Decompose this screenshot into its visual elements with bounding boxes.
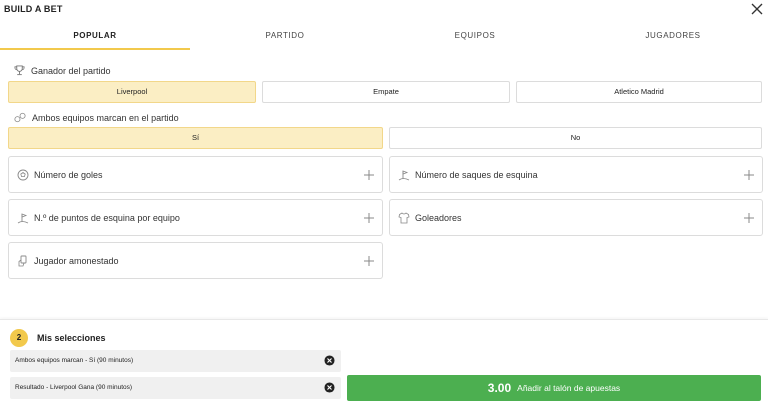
both-score-text: Ambos equipos marcan en el partido: [32, 112, 179, 123]
market-puntos-de-esquina-por-equipo[interactable]: N.º de puntos de esquina por equipo: [8, 199, 383, 236]
plus-icon[interactable]: [363, 169, 375, 181]
tab-popular[interactable]: POPULAR: [0, 26, 190, 50]
both-score-label: Ambos equipos marcan en el partido: [14, 112, 179, 123]
add-to-betslip-button[interactable]: 3.00 Añadir al talón de apuestas: [347, 375, 761, 401]
tab-jugadores[interactable]: JUGADORES: [578, 26, 768, 50]
selection-label: Resultado - Liverpool Gana (90 minutos): [15, 384, 133, 391]
corner-flag-icon: [398, 170, 410, 181]
trophy-icon: [14, 65, 25, 76]
balls-icon: [14, 112, 26, 123]
option-no[interactable]: No: [389, 127, 762, 149]
remove-selection-icon[interactable]: [324, 355, 335, 366]
tab-equipos[interactable]: EQUIPOS: [380, 26, 570, 50]
header: BUILD A BET: [0, 0, 768, 20]
option-empate[interactable]: Empate: [262, 81, 510, 103]
shirt-icon: [398, 212, 410, 224]
option-atletico-madrid[interactable]: Atletico Madrid: [516, 81, 762, 103]
corner-flag-icon: [17, 213, 29, 224]
market-label: Número de goles: [34, 170, 103, 180]
selections-title: Mis selecciones: [37, 333, 106, 343]
page-title: BUILD A BET: [4, 4, 63, 14]
plus-icon[interactable]: [743, 169, 755, 181]
card-icon: [18, 255, 27, 267]
selection-label: Ambos equipos marcan - Sí (90 minutos): [15, 357, 134, 364]
market-numero-de-goles[interactable]: Número de goles: [8, 156, 383, 193]
market-label: Jugador amonestado: [34, 256, 119, 266]
tab-partido[interactable]: PARTIDO: [190, 26, 380, 50]
plus-icon[interactable]: [363, 212, 375, 224]
tab-bar: POPULAR PARTIDO EQUIPOS JUGADORES: [0, 26, 768, 50]
selection-count-badge: 2: [10, 329, 28, 347]
combined-odds: 3.00: [487, 381, 512, 395]
plus-icon[interactable]: [363, 255, 375, 267]
plus-icon[interactable]: [743, 212, 755, 224]
match-winner-label: Ganador del partido: [14, 65, 111, 76]
remove-selection-icon[interactable]: [324, 382, 335, 393]
option-si[interactable]: Sí: [8, 127, 383, 149]
market-label: N.º de puntos de esquina por equipo: [34, 213, 180, 223]
selection-item: Resultado - Liverpool Gana (90 minutos): [10, 377, 341, 399]
market-numero-de-saques-de-esquina[interactable]: Número de saques de esquina: [389, 156, 763, 193]
market-label: Goleadores: [415, 213, 462, 223]
option-liverpool[interactable]: Liverpool: [8, 81, 256, 103]
selection-item: Ambos equipos marcan - Sí (90 minutos): [10, 350, 341, 372]
add-to-betslip-label: Añadir al talón de apuestas: [517, 383, 621, 393]
market-jugador-amonestado[interactable]: Jugador amonestado: [8, 242, 383, 279]
bet-slip-panel: 2 Mis selecciones Ambos equipos marcan -…: [0, 319, 768, 419]
market-goleadores[interactable]: Goleadores: [389, 199, 763, 236]
close-icon[interactable]: [750, 2, 764, 16]
market-label: Número de saques de esquina: [415, 170, 538, 180]
match-winner-text: Ganador del partido: [31, 65, 111, 76]
soccer-ball-icon: [17, 169, 29, 181]
